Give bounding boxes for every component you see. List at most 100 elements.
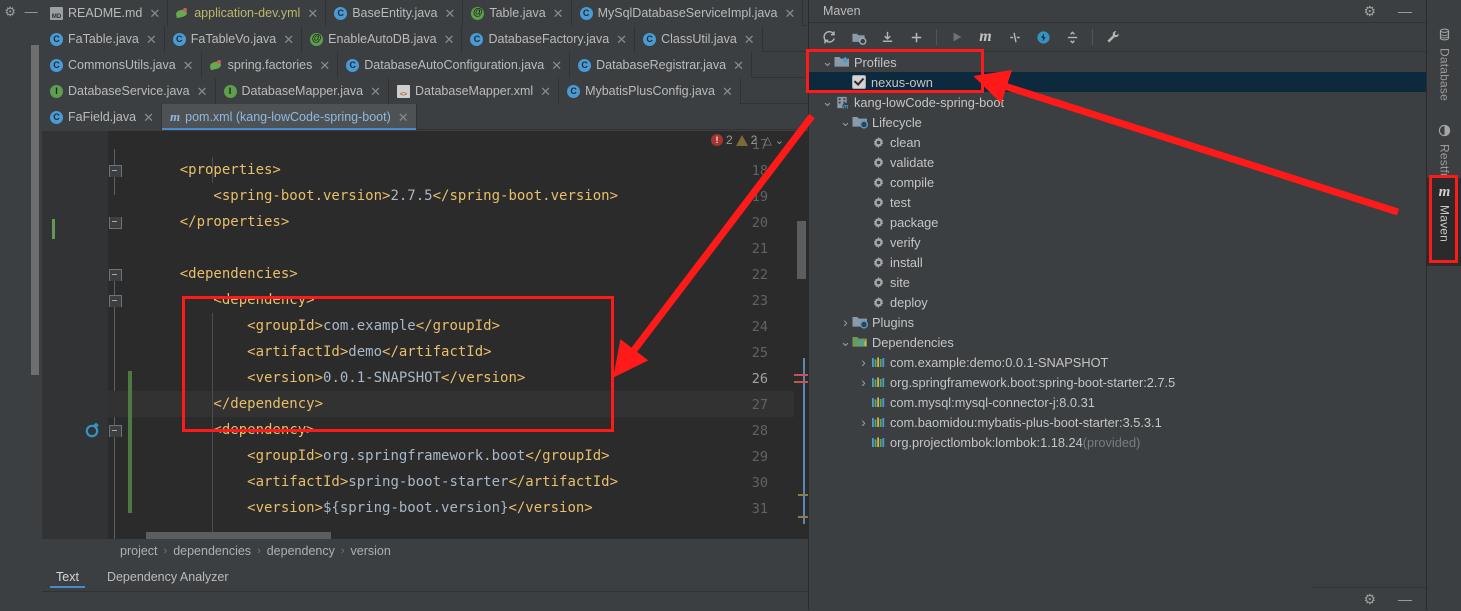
maven-tree-node[interactable]: verify [809,232,1427,252]
close-icon[interactable]: ✕ [183,59,194,72]
close-icon[interactable]: ✕ [307,7,318,20]
close-icon[interactable]: ✕ [553,7,564,20]
editor-tab-databaseservice-java[interactable]: I DatabaseService.java ✕ [42,78,216,104]
error-marker[interactable] [794,381,808,383]
breadcrumb-item-dependency[interactable]: dependency [267,544,335,558]
close-icon[interactable]: ✕ [370,85,381,98]
gear-icon[interactable]: ⚙ [4,5,16,18]
chevron-down-icon[interactable]: ⌄ [821,95,834,109]
minimize-icon[interactable]: — [25,5,38,18]
maven-tree-node[interactable]: install [809,252,1427,272]
maven-tree-node[interactable]: deploy [809,292,1427,312]
run-icon[interactable] [942,25,971,49]
maven-tree-node[interactable]: clean [809,132,1427,152]
chevron-right-icon[interactable]: › [857,374,870,390]
editor-tab-spring-factories[interactable]: spring.factories ✕ [201,52,339,78]
execute-maven-goal-icon[interactable]: m [971,25,1000,49]
maven-project-tree[interactable]: ⌄ Profiles nexus-own ⌄ m kang-lowCode-spring-… [809,52,1427,610]
warning-marker[interactable] [798,494,808,496]
editor-tab-baseentity-java[interactable]: C BaseEntity.java ✕ [326,0,464,26]
fold-column[interactable] [85,131,125,539]
fold-open-marker[interactable] [109,295,122,307]
chevron-down-icon[interactable]: ⌄ [821,55,834,69]
maven-settings-icon[interactable] [1098,25,1127,49]
add-maven-project-icon[interactable] [902,25,931,49]
maven-tree-node[interactable]: ⌄ Lifecycle [809,112,1427,132]
editor-tab-databasefactory-java[interactable]: C DatabaseFactory.java ✕ [462,26,636,52]
editor-tab-readme-md[interactable]: MD README.md ✕ [42,0,169,26]
toggle-skip-tests-icon[interactable] [1000,25,1029,49]
tool-button-maven[interactable]: m Maven [1427,178,1461,266]
chevron-right-icon[interactable]: › [839,314,852,330]
collapse-all-icon[interactable] [1058,25,1087,49]
chevron-down-icon[interactable]: ⌄ [775,134,784,147]
minimize-icon[interactable]: — [1398,4,1412,18]
editor-tab-databaseautoconfiguration-java[interactable]: C DatabaseAutoConfiguration.java ✕ [338,52,571,78]
generate-sources-icon[interactable] [844,25,873,49]
chevron-right-icon[interactable]: › [857,414,870,430]
close-icon[interactable]: ✕ [444,33,455,46]
maven-tree-node[interactable]: site [809,272,1427,292]
chevron-down-icon[interactable]: ⌄ [839,115,852,129]
fold-open-marker[interactable] [109,165,122,177]
download-sources-icon[interactable] [873,25,902,49]
inspection-widget[interactable]: ! 2 2 △ ⌄ [710,133,784,147]
minimize-icon[interactable]: — [1398,592,1412,606]
editor-tab-mysqldatabaseserviceimpl-java[interactable]: C MySqlDatabaseServiceImpl.java ✕ [571,0,804,26]
editor-tab-databasemapper-java[interactable]: I DatabaseMapper.java ✕ [215,78,390,104]
chevron-right-icon[interactable]: › [857,354,870,370]
close-icon[interactable]: ✕ [398,111,409,124]
breadcrumb-item-version[interactable]: version [351,544,391,558]
editor-tab-fafield-java[interactable]: C FaField.java ✕ [42,104,162,130]
code-text[interactable]: <properties> <spring-boot.version>2.7.5<… [146,131,808,539]
close-icon[interactable]: ✕ [744,33,755,46]
maven-tree-node[interactable]: › com.example:demo:0.0.1-SNAPSHOT [809,352,1427,372]
close-icon[interactable]: ✕ [146,33,157,46]
close-icon[interactable]: ✕ [283,33,294,46]
chevron-up-icon[interactable]: △ [763,134,771,147]
toggle-offline-mode-icon[interactable] [1029,25,1058,49]
maven-tree-node[interactable]: ⌄ m kang-lowCode-spring-boot [809,92,1427,112]
editor-tab-table-java[interactable]: @ Table.java ✕ [463,0,572,26]
maven-tree-node[interactable]: › org.springframework.boot:spring-boot-st… [809,372,1427,392]
editor-tab-fatablevo-java[interactable]: C FaTableVo.java ✕ [164,26,303,52]
editor-tab-databaseregistrar-java[interactable]: C DatabaseRegistrar.java ✕ [570,52,752,78]
editor-tab-classutil-java[interactable]: C ClassUtil.java ✕ [635,26,763,52]
bottom-tab-dependency-analyzer[interactable]: Dependency Analyzer [93,563,243,591]
breadcrumb[interactable]: project › dependencies › dependency › version [42,539,886,563]
maven-tree-node[interactable]: validate [809,152,1427,172]
reload-all-maven-projects-icon[interactable] [815,25,844,49]
close-icon[interactable]: ✕ [785,7,796,20]
close-icon[interactable]: ✕ [551,59,562,72]
fold-close-marker[interactable] [109,217,122,229]
close-icon[interactable]: ✕ [143,111,154,124]
maven-tree-node[interactable]: org.projectlombok:lombok:1.18.24 (provid… [809,432,1427,452]
code-editor[interactable]: 17 18 19 20 21 22 23 24 25 26 27 28 29 30 31 <properti… [42,131,808,539]
gear-icon[interactable]: ⚙ [1363,592,1376,606]
editor-tab-enableautodb-java[interactable]: @ EnableAutoDB.java ✕ [302,26,463,52]
breadcrumb-item-project[interactable]: project [120,544,158,558]
editor-tab-fatable-java[interactable]: C FaTable.java ✕ [42,26,165,52]
breadcrumb-item-dependencies[interactable]: dependencies [173,544,251,558]
scrollbar-thumb[interactable] [797,221,806,279]
error-marker[interactable] [794,374,808,376]
close-icon[interactable]: ✕ [319,59,330,72]
editor-vertical-scrollbar-left[interactable] [31,45,39,375]
editor-tab-databasemapper-xml[interactable]: <> DatabaseMapper.xml ✕ [389,78,560,104]
maven-tree-node[interactable]: ⌄ Profiles [809,52,1427,72]
close-icon[interactable]: ✕ [733,59,744,72]
close-icon[interactable]: ✕ [197,85,208,98]
fold-open-marker[interactable] [109,269,122,281]
close-icon[interactable]: ✕ [149,7,160,20]
gear-icon[interactable]: ⚙ [1363,4,1376,18]
profile-checkbox[interactable] [852,75,866,89]
maven-tree-node[interactable]: com.mysql:mysql-connector-j:8.0.31 [809,392,1427,412]
editor-scrollbar[interactable] [794,131,808,539]
editor-tab-commonsutils-java[interactable]: C CommonsUtils.java ✕ [42,52,202,78]
close-icon[interactable]: ✕ [616,33,627,46]
chevron-down-icon[interactable]: ⌄ [839,335,852,349]
close-icon[interactable]: ✕ [444,7,455,20]
maven-tree-node[interactable]: ⌄ Dependencies [809,332,1427,352]
editor-horizontal-scrollbar[interactable] [146,532,331,539]
editor-tab-pom-xml-kang-lowcode-spring-boot[interactable]: m pom.xml (kang-lowCode-spring-boot) ✕ [162,104,417,130]
